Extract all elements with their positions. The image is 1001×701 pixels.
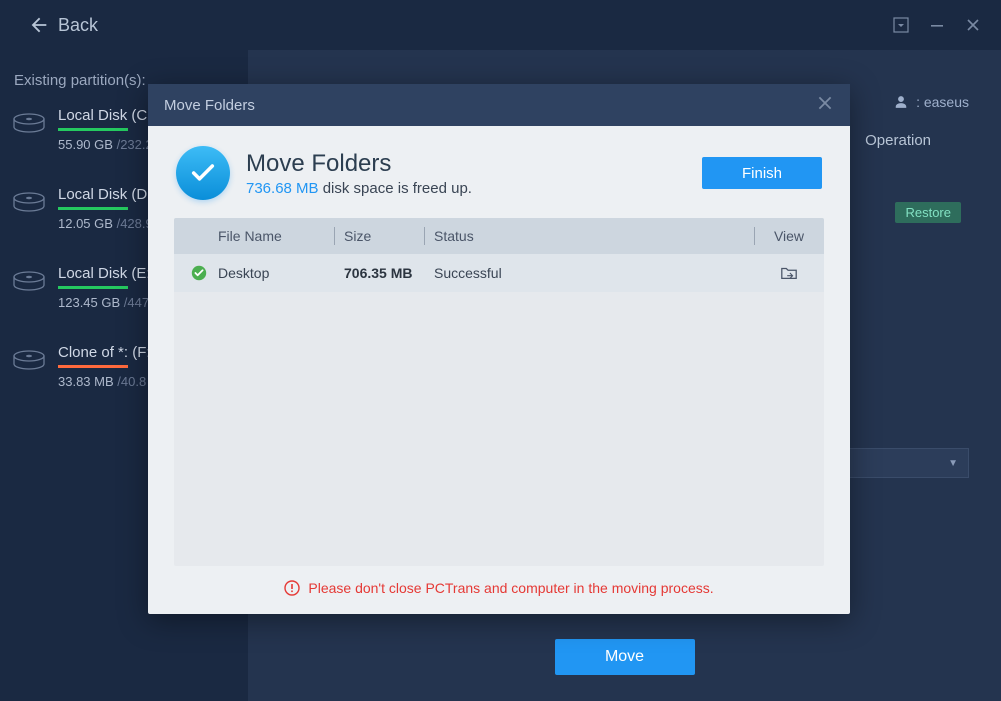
column-header-view: View: [754, 228, 824, 244]
close-icon: [965, 17, 981, 33]
window-menu-button[interactable]: [885, 9, 917, 41]
window-close-button[interactable]: [957, 9, 989, 41]
success-check-icon: [176, 146, 230, 200]
row-status: Successful: [424, 265, 754, 281]
warning-icon: [284, 580, 300, 596]
modal-close-button[interactable]: [816, 94, 834, 116]
dropdown-box-icon: [893, 17, 909, 33]
view-folder-button[interactable]: [764, 265, 814, 281]
column-header-status: Status: [424, 228, 754, 244]
finish-button[interactable]: Finish: [702, 157, 822, 189]
disk-icon: [12, 190, 46, 214]
window-minimize-button[interactable]: [921, 9, 953, 41]
move-button[interactable]: Move: [555, 639, 695, 675]
operation-header: Operation: [865, 132, 931, 149]
success-icon: [190, 264, 208, 282]
move-folders-modal: Move Folders Move Folders 736.68 MB disk…: [148, 84, 850, 614]
modal-header-title: Move Folders: [246, 150, 686, 178]
modal-title: Move Folders: [164, 97, 255, 114]
disk-icon: [12, 269, 46, 293]
usage-bar: [58, 207, 128, 210]
row-name: Desktop: [218, 265, 269, 281]
back-button[interactable]: Back: [12, 10, 114, 40]
row-size: 706.35 MB: [334, 265, 424, 281]
restore-button[interactable]: Restore: [895, 202, 961, 223]
usage-bar: [58, 286, 128, 289]
close-icon: [816, 94, 834, 112]
disk-icon: [12, 348, 46, 372]
destination-select[interactable]: ▼: [849, 448, 969, 478]
minimize-icon: [929, 17, 945, 33]
chevron-down-icon: ▼: [948, 458, 958, 469]
column-header-size: Size: [334, 228, 424, 244]
user-label: : easeus: [894, 94, 969, 110]
column-header-name: File Name: [174, 228, 334, 244]
usage-bar: [58, 365, 128, 368]
warning-text: Please don't close PCTrans and computer …: [308, 580, 713, 596]
arrow-left-icon: [28, 14, 50, 36]
table-row: Desktop 706.35 MB Successful: [174, 254, 824, 292]
back-label: Back: [58, 15, 98, 36]
user-icon: [894, 95, 908, 109]
modal-header-subtitle: 736.68 MB disk space is freed up.: [246, 180, 686, 197]
disk-icon: [12, 111, 46, 135]
usage-bar: [58, 128, 128, 131]
folder-open-icon: [780, 265, 798, 281]
